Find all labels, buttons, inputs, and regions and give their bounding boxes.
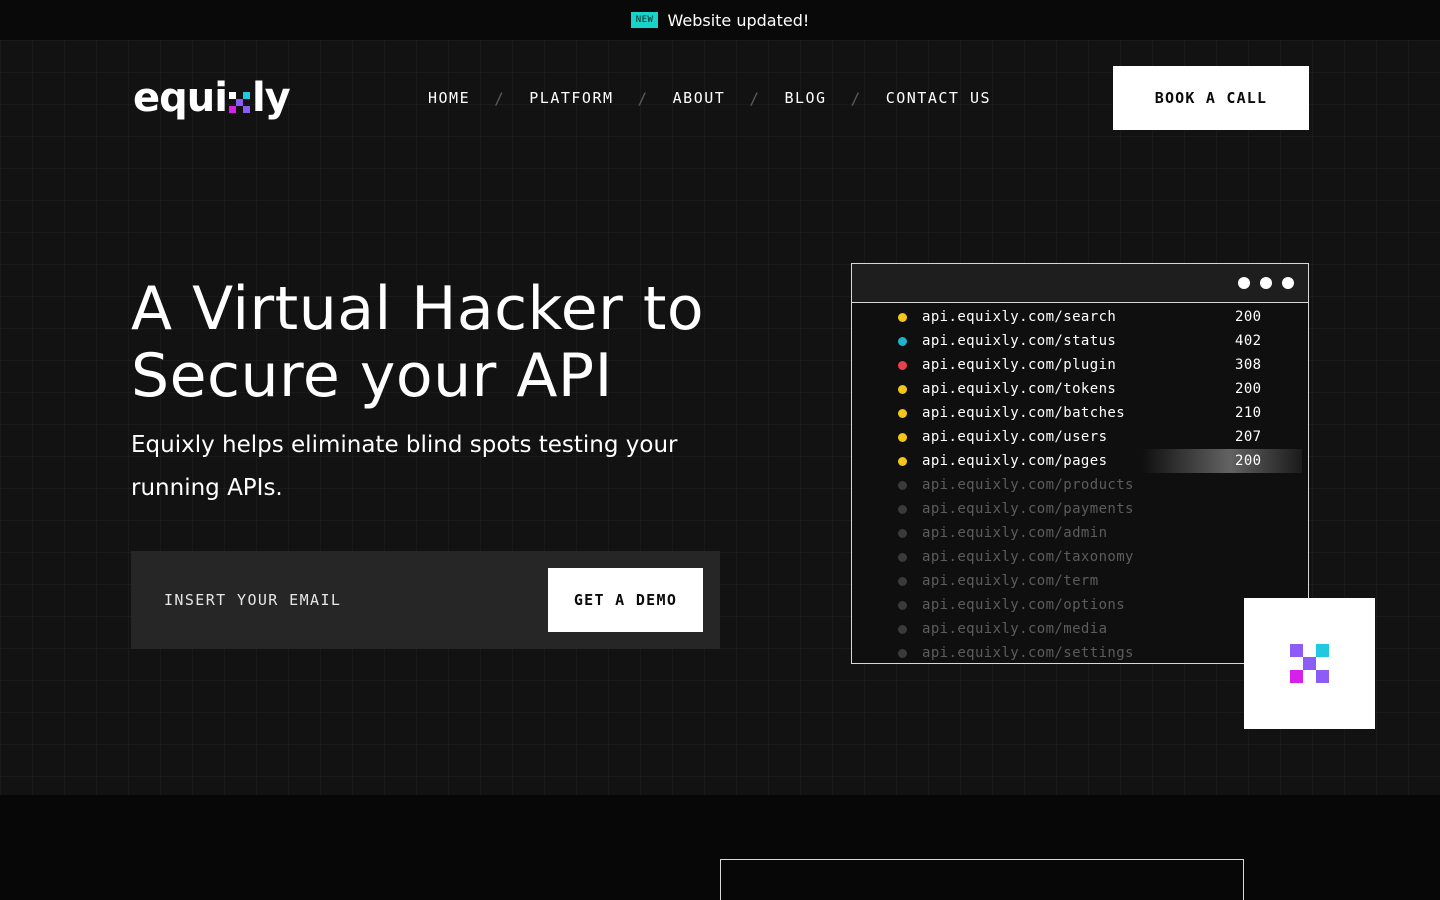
nav-platform[interactable]: PLATFORM bbox=[529, 89, 613, 107]
announcement-message[interactable]: Website updated! bbox=[667, 11, 809, 30]
status-code: 210 bbox=[1235, 405, 1262, 421]
endpoint-url: api.equixly.com/admin bbox=[922, 525, 1108, 541]
endpoint-row: api.equixly.com/status 402 bbox=[852, 329, 1308, 353]
window-dot-icon bbox=[1238, 277, 1250, 289]
status-dot-icon bbox=[898, 553, 907, 562]
status-dot-icon bbox=[898, 625, 907, 634]
status-code: 200 bbox=[1235, 381, 1262, 397]
logo-text-left: equi bbox=[133, 75, 228, 121]
nav-separator: / bbox=[749, 88, 761, 108]
nav-contact-us[interactable]: CONTACT US bbox=[886, 89, 991, 107]
status-dot-icon bbox=[898, 409, 907, 418]
endpoint-url: api.equixly.com/tokens bbox=[922, 381, 1117, 397]
endpoint-url: api.equixly.com/pages bbox=[922, 453, 1108, 469]
status-dot-icon bbox=[898, 481, 907, 490]
endpoint-row: api.equixly.com/media bbox=[852, 617, 1308, 641]
logo-card bbox=[1244, 598, 1375, 729]
new-badge: NEW bbox=[630, 12, 659, 28]
status-dot-icon bbox=[898, 505, 907, 514]
endpoint-row: api.equixly.com/batches 210 bbox=[852, 401, 1308, 425]
section-frame bbox=[720, 859, 1244, 900]
nav-blog[interactable]: BLOG bbox=[784, 89, 826, 107]
logo-x-mark-icon bbox=[228, 91, 250, 113]
endpoint-url: api.equixly.com/users bbox=[922, 429, 1108, 445]
scan-highlight bbox=[1142, 449, 1302, 473]
endpoint-row: api.equixly.com/pages 200 bbox=[852, 449, 1308, 473]
endpoint-row: api.equixly.com/term bbox=[852, 569, 1308, 593]
announcement-bar: NEW Website updated! bbox=[0, 0, 1440, 40]
status-code: 200 bbox=[1235, 453, 1262, 469]
endpoint-url: api.equixly.com/plugin bbox=[922, 357, 1117, 373]
book-a-call-button[interactable]: BOOK A CALL bbox=[1113, 66, 1309, 130]
headline-line-2: Secure your API bbox=[131, 341, 613, 411]
endpoint-row: api.equixly.com/users 207 bbox=[852, 425, 1308, 449]
nav-separator: / bbox=[494, 88, 506, 108]
endpoint-list: api.equixly.com/search 200 api.equixly.com… bbox=[852, 303, 1308, 663]
endpoint-url: api.equixly.com/products bbox=[922, 477, 1134, 493]
endpoint-row: api.equixly.com/products bbox=[852, 473, 1308, 497]
demo-request-form: GET A DEMO bbox=[131, 551, 720, 649]
next-section bbox=[0, 795, 1440, 900]
email-input[interactable] bbox=[131, 551, 541, 649]
nav-separator: / bbox=[637, 88, 649, 108]
endpoint-url: api.equixly.com/term bbox=[922, 573, 1099, 589]
logo-text-right: ly bbox=[251, 75, 291, 121]
status-dot-icon bbox=[898, 457, 907, 466]
endpoint-row: api.equixly.com/search 200 bbox=[852, 305, 1308, 329]
endpoint-row: api.equixly.com/admin bbox=[852, 521, 1308, 545]
status-code: 200 bbox=[1235, 309, 1262, 325]
status-dot-icon bbox=[898, 337, 907, 346]
endpoint-row: api.equixly.com/settings bbox=[852, 641, 1308, 663]
main-nav: HOME / PLATFORM / ABOUT / BLOG / CONTACT… bbox=[428, 88, 991, 108]
headline-line-1: A Virtual Hacker to bbox=[131, 274, 705, 344]
hero-subline: Equixly helps eliminate blind spots test… bbox=[131, 432, 678, 501]
status-code: 308 bbox=[1235, 357, 1262, 373]
hero-section: equi ly HOME / PLATFORM / ABOUT / BLOG /… bbox=[0, 40, 1440, 795]
endpoint-row: api.equixly.com/payments bbox=[852, 497, 1308, 521]
nav-home[interactable]: HOME bbox=[428, 89, 470, 107]
endpoint-row: api.equixly.com/taxonomy bbox=[852, 545, 1308, 569]
status-dot-icon bbox=[898, 649, 907, 658]
endpoint-url: api.equixly.com/search bbox=[922, 309, 1117, 325]
status-dot-icon bbox=[898, 529, 907, 538]
endpoint-row: api.equixly.com/plugin 308 bbox=[852, 353, 1308, 377]
status-dot-icon bbox=[898, 361, 907, 370]
nav-about[interactable]: ABOUT bbox=[673, 89, 726, 107]
terminal-titlebar bbox=[852, 264, 1308, 303]
status-dot-icon bbox=[898, 313, 907, 322]
endpoint-row: api.equixly.com/options bbox=[852, 593, 1308, 617]
status-dot-icon bbox=[898, 433, 907, 442]
endpoint-url: api.equixly.com/batches bbox=[922, 405, 1126, 421]
endpoint-url: api.equixly.com/status bbox=[922, 333, 1117, 349]
status-dot-icon bbox=[898, 577, 907, 586]
x-mark-logo-icon bbox=[1290, 644, 1329, 683]
status-code: 207 bbox=[1235, 429, 1262, 445]
endpoint-url: api.equixly.com/taxonomy bbox=[922, 549, 1134, 565]
get-a-demo-button[interactable]: GET A DEMO bbox=[548, 568, 703, 632]
endpoint-url: api.equixly.com/payments bbox=[922, 501, 1134, 517]
status-dot-icon bbox=[898, 601, 907, 610]
hero-headline: A Virtual Hacker to Secure your API bbox=[131, 276, 771, 410]
status-code: 402 bbox=[1235, 333, 1262, 349]
window-dot-icon bbox=[1282, 277, 1294, 289]
endpoint-url: api.equixly.com/media bbox=[922, 621, 1108, 637]
status-dot-icon bbox=[898, 385, 907, 394]
endpoint-url: api.equixly.com/settings bbox=[922, 645, 1134, 661]
endpoint-row: api.equixly.com/tokens 200 bbox=[852, 377, 1308, 401]
nav-separator: / bbox=[850, 88, 862, 108]
api-scan-terminal: api.equixly.com/search 200 api.equixly.com… bbox=[851, 263, 1309, 664]
endpoint-url: api.equixly.com/options bbox=[922, 597, 1126, 613]
window-dot-icon bbox=[1260, 277, 1272, 289]
equixly-logo[interactable]: equi ly bbox=[133, 74, 291, 122]
